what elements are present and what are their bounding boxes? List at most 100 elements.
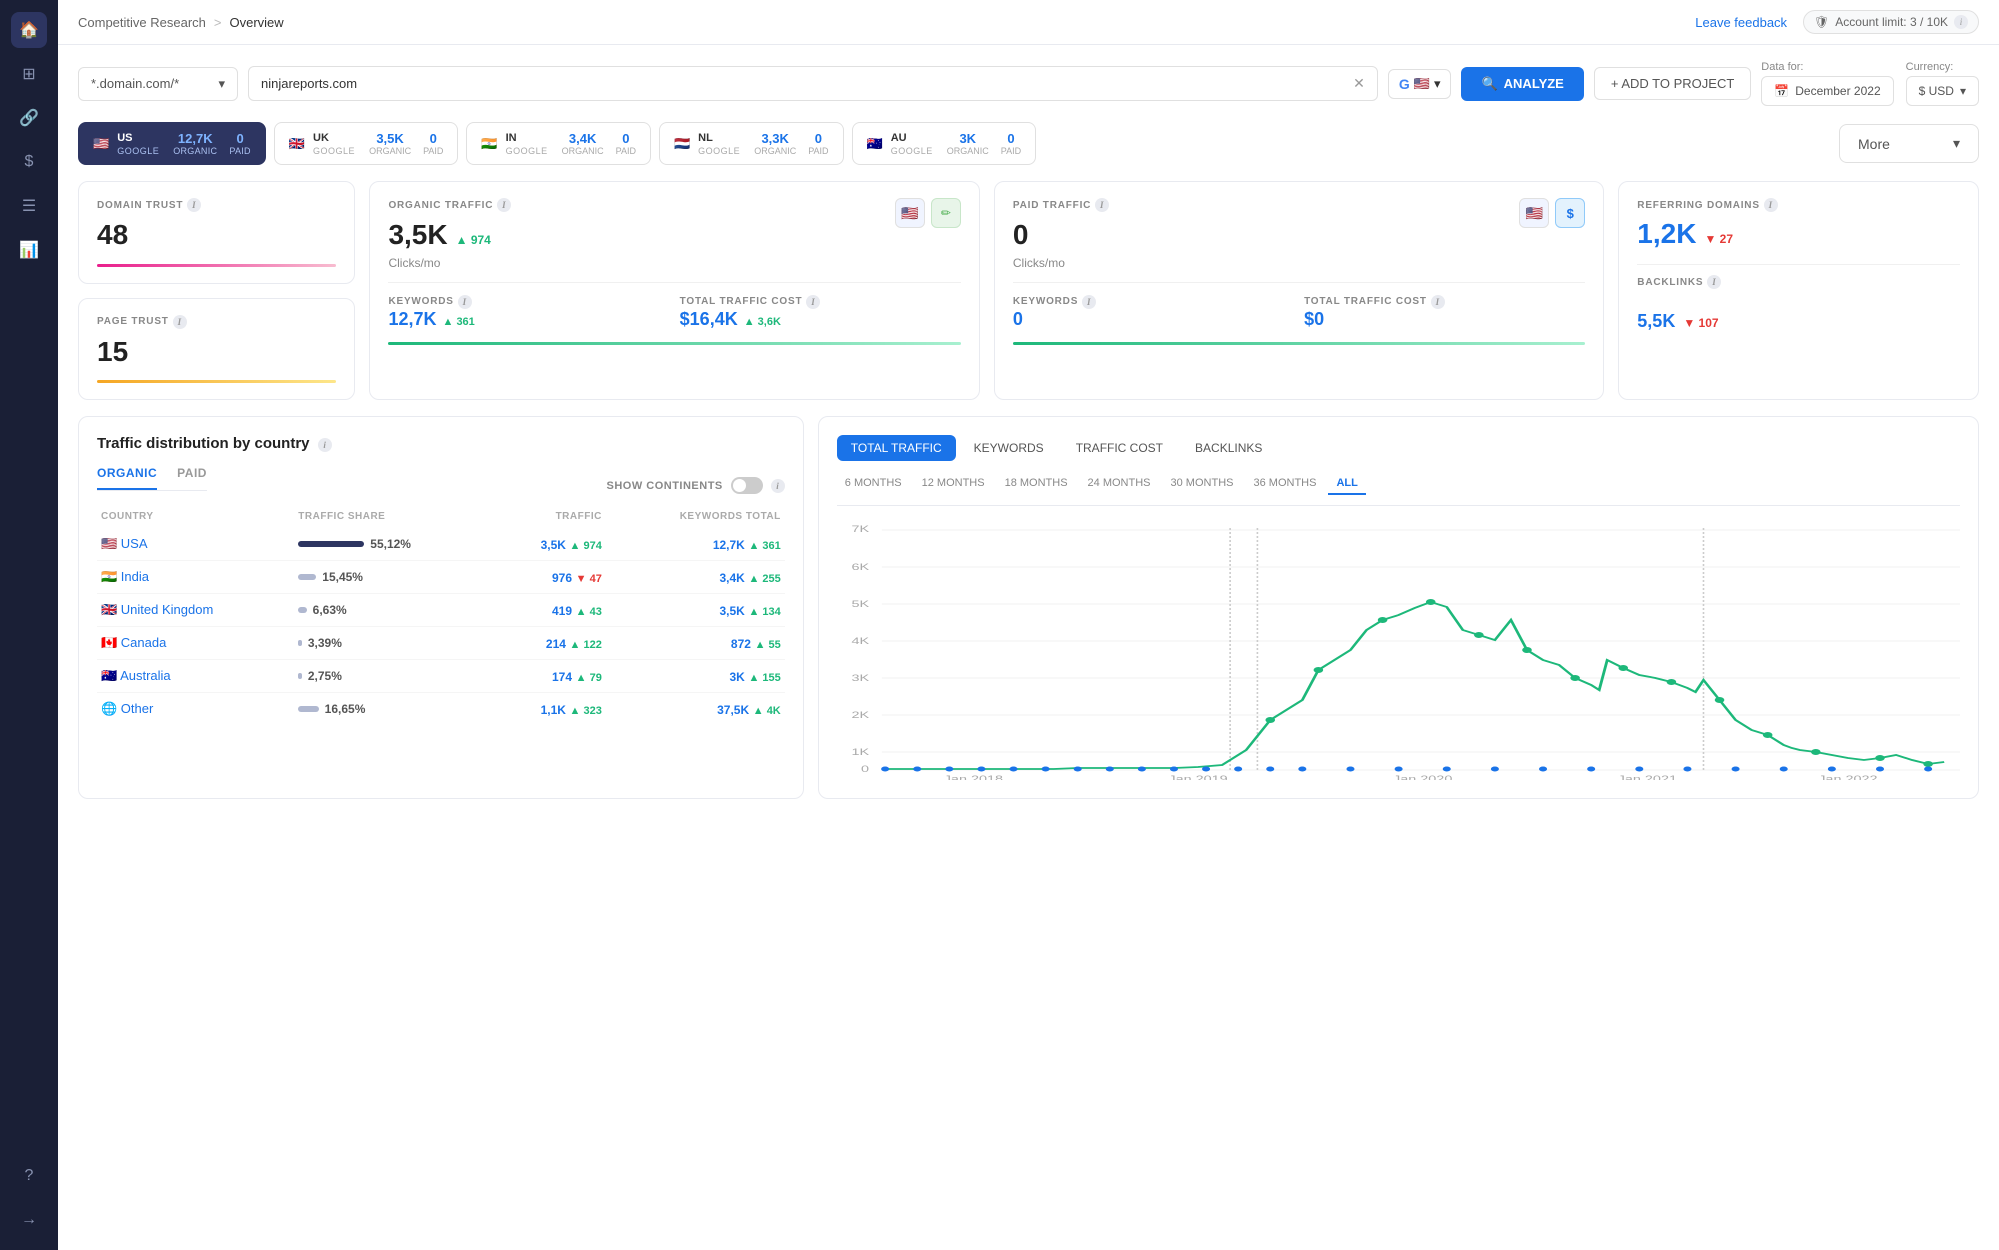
organic-keywords-info-icon[interactable]: i [458,295,472,309]
analyze-button[interactable]: 🔍 ANALYZE [1461,67,1583,101]
more-countries-button[interactable]: More ▾ [1839,124,1979,163]
uk-engine: GOOGLE [313,146,355,156]
domain-trust-info-icon[interactable]: i [187,198,201,212]
search-engine-select[interactable]: G 🇺🇸 ▾ [1388,69,1452,99]
paid-dollar-btn[interactable]: $ [1555,198,1585,228]
google-icon: G [1399,76,1410,92]
td-keywords: 37,5K ▲ 4K [606,693,785,726]
sidebar-icon-money[interactable]: $ [11,144,47,180]
country-tab-nl[interactable]: 🇳🇱 NL GOOGLE 3,3K ORGANIC 0 PAID [659,122,844,165]
trust-cards-col: DOMAIN TRUST i 48 PAGE TRUST i 15 [78,181,355,400]
paid-cost-info-icon[interactable]: i [1431,295,1445,309]
svg-text:Jan 2022: Jan 2022 [1818,774,1878,780]
in-organic-label: ORGANIC [562,146,604,156]
sidebar-icon-home[interactable]: 🏠 [11,12,47,48]
sidebar-icon-help[interactable]: ? [11,1158,47,1194]
sidebar-icon-list[interactable]: ☰ [11,188,47,224]
page-trust-info-icon[interactable]: i [173,315,187,329]
table-row: 🇬🇧 United Kingdom 6,63% 419 ▲ 43 3,5K ▲ … [97,594,785,627]
tab-traffic-cost[interactable]: TRAFFIC COST [1062,435,1177,461]
chart-area: 7K 6K 5K 4K 3K 2K 1K 0 [837,520,1960,780]
leave-feedback-link[interactable]: Leave feedback [1695,15,1787,30]
add-to-project-button[interactable]: + ADD TO PROJECT [1594,67,1751,100]
organic-edit-btn[interactable]: ✏ [931,198,961,228]
paid-metrics-grid: KEYWORDS i 0 TOTAL TRAFFIC COST i $0 [1013,282,1585,330]
domain-trust-card: DOMAIN TRUST i 48 [78,181,355,284]
account-limit-icon: 🛡 [1814,15,1829,29]
paid-keywords-value: 0 [1013,309,1294,330]
page-trust-value: 15 [97,335,336,369]
traffic-distribution-info-icon[interactable]: i [318,438,332,452]
organic-cost-value: $16,4K [680,309,738,330]
organic-cost-change: ▲ 3,6K [744,316,781,328]
nl-engine: GOOGLE [698,146,740,156]
add-project-label: + ADD TO PROJECT [1611,76,1734,91]
url-input[interactable] [261,76,1345,91]
tab-36m[interactable]: 36 MONTHS [1245,473,1324,495]
td-traffic: 214 ▲ 122 [492,627,606,660]
currency-select[interactable]: $ USD ▾ [1906,76,1979,106]
sidebar-icon-dashboard[interactable]: ⊞ [11,56,47,92]
country-tab-us[interactable]: 🇺🇸 US GOOGLE 12,7K ORGANIC 0 PAID [78,122,266,165]
au-flag-icon: 🇦🇺 [867,136,883,152]
more-chevron-icon: ▾ [1953,135,1960,152]
paid-us-flag-btn[interactable]: 🇺🇸 [1519,198,1549,228]
date-picker-button[interactable]: 📅 December 2022 [1761,76,1893,106]
tab-6m[interactable]: 6 MONTHS [837,473,910,495]
breadcrumb-parent[interactable]: Competitive Research [78,15,206,30]
continents-toggle-switch[interactable] [731,477,763,494]
svg-text:2K: 2K [851,710,869,720]
tab-18m[interactable]: 18 MONTHS [997,473,1076,495]
account-limit-info-icon[interactable]: i [1954,15,1968,29]
domain-pattern-select[interactable]: *.domain.com/* ▾ [78,67,238,101]
tab-all[interactable]: ALL [1328,473,1365,495]
country-tab-uk[interactable]: 🇬🇧 UK GOOGLE 3,5K ORGANIC 0 PAID [274,122,459,165]
analyze-search-icon: 🔍 [1481,76,1497,92]
nl-paid-value: 0 [808,131,828,146]
continents-info-icon[interactable]: i [771,479,785,493]
show-continents-toggle[interactable]: SHOW CONTINENTS i [606,477,784,494]
td-country-name: 🇮🇳 India [97,561,294,594]
tab-organic[interactable]: ORGANIC [97,466,157,490]
backlinks-info-icon[interactable]: i [1707,275,1721,289]
svg-text:5K: 5K [851,599,869,609]
url-input-container: ✕ [248,66,1378,101]
in-flag-icon: 🇮🇳 [481,136,497,152]
organic-cost-info-icon[interactable]: i [806,295,820,309]
td-traffic: 3,5K ▲ 974 [492,528,606,561]
country-tabs-row: 🇺🇸 US GOOGLE 12,7K ORGANIC 0 PAID [78,122,1979,165]
uk-organic-label: ORGANIC [369,146,411,156]
au-organic-label: ORGANIC [947,146,989,156]
table-header-row: COUNTRY TRAFFIC SHARE TRAFFIC KEYWORDS T… [97,505,785,528]
tab-backlinks[interactable]: BACKLINKS [1181,435,1276,461]
sidebar-icon-links[interactable]: 🔗 [11,100,47,136]
paid-traffic-info-icon[interactable]: i [1095,198,1109,212]
organic-keywords-metric: KEYWORDS i 12,7K ▲ 361 [388,295,669,330]
sidebar-icon-chart[interactable]: 📊 [11,232,47,268]
organic-traffic-info-icon[interactable]: i [497,198,511,212]
tab-30m[interactable]: 30 MONTHS [1163,473,1242,495]
svg-text:4K: 4K [851,636,869,646]
organic-us-flag-btn[interactable]: 🇺🇸 [895,198,925,228]
td-traffic-share: 6,63% [294,594,492,627]
backlinks-title: BACKLINKS i [1637,275,1960,289]
organic-traffic-bar [388,342,960,345]
paid-keywords-info-icon[interactable]: i [1082,295,1096,309]
tab-paid[interactable]: PAID [177,466,207,490]
us-paid-label: PAID [229,146,251,156]
tab-12m[interactable]: 12 MONTHS [914,473,993,495]
country-tab-in[interactable]: 🇮🇳 IN GOOGLE 3,4K ORGANIC 0 PAID [466,122,651,165]
tab-keywords[interactable]: KEYWORDS [960,435,1058,461]
tab-24m[interactable]: 24 MONTHS [1080,473,1159,495]
in-paid-value: 0 [616,131,636,146]
tab-total-traffic[interactable]: TOTAL TRAFFIC [837,435,956,461]
clear-url-icon[interactable]: ✕ [1353,75,1365,92]
au-code: AU [891,132,933,144]
sidebar-icon-arrow[interactable]: → [11,1202,47,1238]
in-paid-label: PAID [616,146,636,156]
organic-traffic-change: ▲ 974 [456,233,491,247]
paid-cost-value: $0 [1304,309,1585,330]
td-keywords: 3,5K ▲ 134 [606,594,785,627]
country-tab-au[interactable]: 🇦🇺 AU GOOGLE 3K ORGANIC 0 PAID [852,122,1037,165]
referring-domains-info-icon[interactable]: i [1764,198,1778,212]
